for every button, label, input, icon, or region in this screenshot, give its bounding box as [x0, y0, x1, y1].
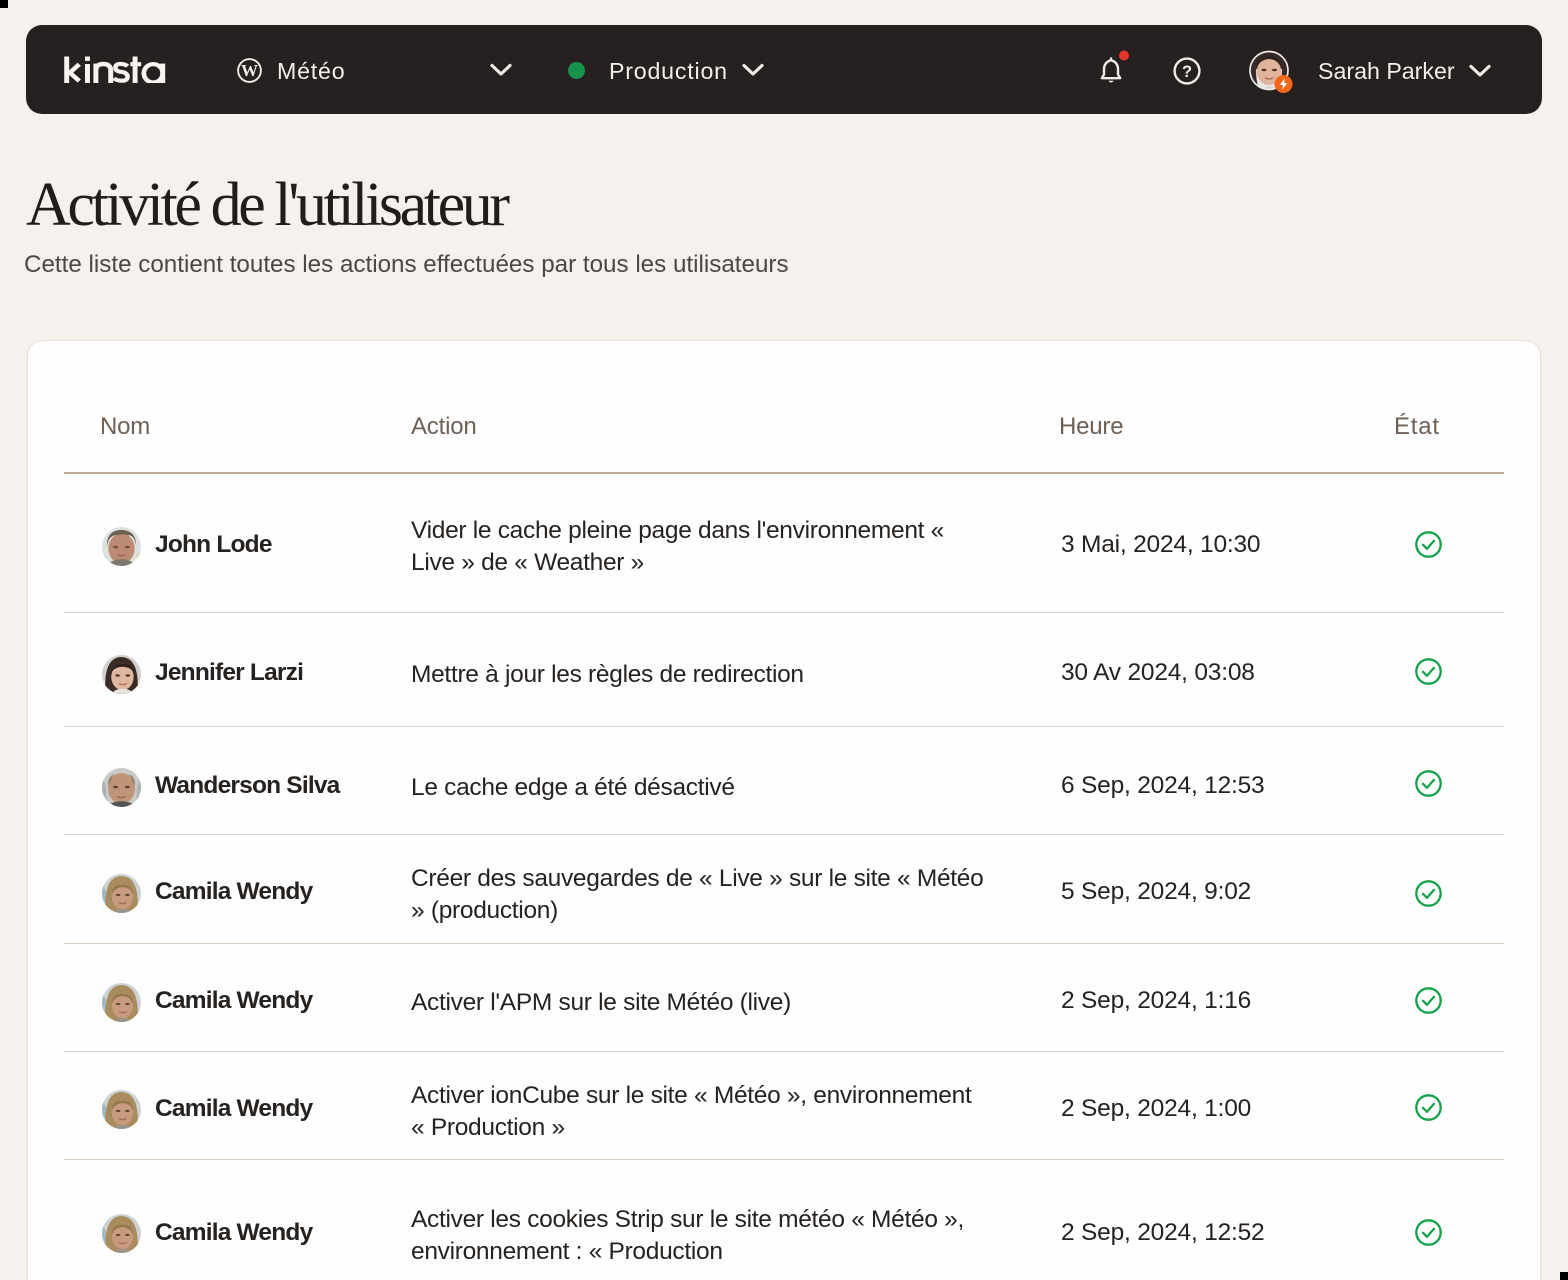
svg-text:W: W — [241, 61, 258, 80]
svg-text:?: ? — [1182, 63, 1192, 81]
